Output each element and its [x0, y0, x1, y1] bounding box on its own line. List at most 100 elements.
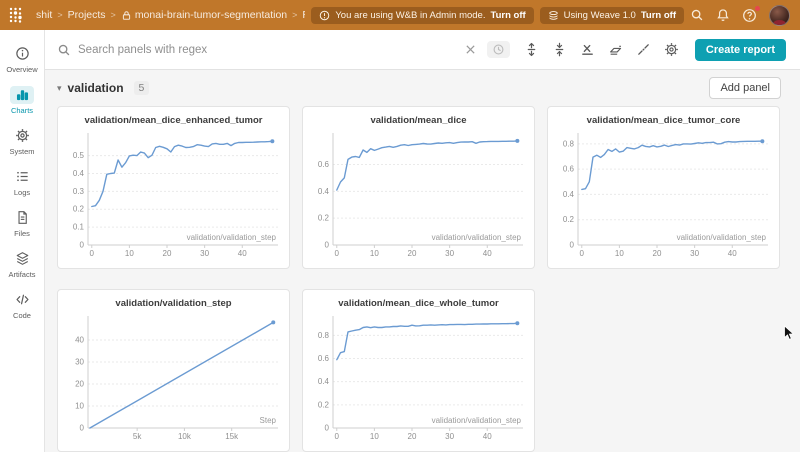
series-line: [337, 141, 518, 190]
svg-text:0: 0: [580, 249, 585, 258]
svg-text:0: 0: [325, 241, 330, 250]
add-panel-button[interactable]: Add panel: [709, 77, 781, 99]
line-chart[interactable]: 00.20.40.60.8010203040validation/validat…: [303, 312, 532, 448]
search-icon: [57, 43, 71, 57]
create-report-button[interactable]: Create report: [695, 39, 786, 61]
svg-text:40: 40: [75, 336, 84, 345]
svg-text:0.8: 0.8: [318, 331, 330, 340]
svg-text:0.3: 0.3: [73, 187, 85, 196]
outlier-sampling-icon[interactable]: [636, 42, 651, 57]
sidebar-item-overview[interactable]: Overview: [1, 40, 43, 78]
svg-text:0.1: 0.1: [73, 223, 85, 232]
chart-panel[interactable]: validation/mean_dice_whole_tumor00.20.40…: [302, 289, 535, 452]
svg-text:20: 20: [163, 249, 172, 258]
svg-text:0.4: 0.4: [563, 190, 575, 199]
chart-title: validation/mean_dice_tumor_core: [548, 113, 779, 129]
chart-panel[interactable]: validation/validation_step0102030405k10k…: [57, 289, 290, 452]
chart-xaxis-label: Step: [260, 416, 277, 425]
layers-stack-icon: [548, 10, 559, 21]
panel-row-2: validation/validation_step0102030405k10k…: [57, 289, 781, 452]
line-chart[interactable]: 0102030405k10k15kStep: [58, 312, 287, 448]
chart-xaxis-label: validation/validation_step: [187, 233, 277, 242]
notifications-bell-icon[interactable]: [716, 8, 730, 22]
svg-text:0.4: 0.4: [73, 169, 85, 178]
line-chart[interactable]: 00.20.40.6010203040validation/validation…: [303, 129, 532, 265]
workspace-content: ▾ validation 5 Add panel validation/mean…: [45, 70, 800, 452]
breadcrumb-runs[interactable]: Runs: [302, 9, 305, 21]
document-icon: [10, 209, 34, 227]
admin-mode-banner: You are using W&B in Admin mode. Turn of…: [311, 7, 533, 24]
search-panels-input[interactable]: [78, 44, 454, 56]
panels-toolbar: Create report: [45, 30, 800, 70]
breadcrumb-project[interactable]: monai-brain-tumor-segmentation: [135, 9, 287, 21]
svg-text:10: 10: [370, 249, 379, 258]
svg-text:40: 40: [483, 249, 492, 258]
svg-text:15k: 15k: [225, 432, 239, 441]
sidebar-item-artifacts[interactable]: Artifacts: [1, 245, 43, 283]
svg-text:30: 30: [445, 432, 454, 441]
help-icon[interactable]: [742, 8, 757, 23]
svg-text:0.2: 0.2: [563, 215, 575, 224]
svg-text:20: 20: [408, 249, 417, 258]
expand-panels-icon[interactable]: [524, 42, 539, 57]
clear-icon[interactable]: [464, 43, 477, 56]
panel-row-1: validation/mean_dice_enhanced_tumor00.10…: [57, 106, 781, 269]
svg-text:0.2: 0.2: [318, 400, 330, 409]
settings-gear-icon[interactable]: [664, 42, 679, 57]
svg-text:0: 0: [80, 424, 85, 433]
svg-text:0: 0: [570, 241, 575, 250]
run-sidebar-nav: Overview Charts System Logs Files: [0, 30, 45, 452]
svg-text:20: 20: [408, 432, 417, 441]
chart-panel[interactable]: validation/mean_dice_tumor_core 0 0.2 0.4 0.…: [547, 106, 780, 269]
wandb-logo-icon[interactable]: [8, 6, 26, 24]
sidebar-item-charts[interactable]: Charts: [1, 81, 43, 119]
line-chart[interactable]: 00.20.40.60.8010203040validation/validat…: [548, 129, 777, 265]
chevron-down-icon[interactable]: ▾: [57, 83, 62, 94]
svg-text:0.4: 0.4: [318, 377, 330, 386]
svg-text:0: 0: [90, 249, 95, 258]
series-line: [337, 323, 518, 360]
breadcrumb-projects[interactable]: Projects: [68, 9, 106, 21]
svg-text:0: 0: [335, 249, 340, 258]
svg-text:40: 40: [728, 249, 737, 258]
admin-turn-off-button[interactable]: Turn off: [490, 10, 525, 21]
layers-icon: [10, 250, 34, 268]
chart-xaxis-label: validation/validation_step: [432, 416, 522, 425]
svg-text:10: 10: [370, 432, 379, 441]
svg-text:0: 0: [325, 424, 330, 433]
svg-text:40: 40: [483, 432, 492, 441]
chart-panel[interactable]: validation/mean_dice00.20.40.6010203040v…: [302, 106, 535, 269]
svg-text:10: 10: [125, 249, 134, 258]
svg-text:20: 20: [653, 249, 662, 258]
chart-title: validation/mean_dice: [303, 113, 534, 129]
bar-chart-icon: [10, 86, 34, 104]
gear-icon: [10, 127, 34, 145]
history-icon[interactable]: [487, 41, 510, 58]
sidebar-item-logs[interactable]: Logs: [1, 163, 43, 201]
section-title[interactable]: validation: [68, 81, 124, 95]
collapse-panels-icon[interactable]: [552, 42, 567, 57]
info-icon: [10, 45, 34, 63]
top-navigation-bar: shit > Projects > monai-brain-tumor-segm…: [0, 0, 800, 30]
breadcrumb-user[interactable]: shit: [36, 9, 52, 21]
weave-turn-off-button[interactable]: Turn off: [641, 10, 676, 21]
chart-panel[interactable]: validation/mean_dice_enhanced_tumor00.10…: [57, 106, 290, 269]
sidebar-item-code[interactable]: Code: [1, 286, 43, 324]
sidebar-item-files[interactable]: Files: [1, 204, 43, 242]
lock-icon: [121, 10, 132, 21]
svg-text:0.6: 0.6: [318, 160, 330, 169]
validation-section-header: ▾ validation 5 Add panel: [57, 75, 781, 101]
user-avatar[interactable]: [769, 5, 790, 26]
line-chart[interactable]: 00.10.20.30.40.5010203040validation/vali…: [58, 129, 287, 265]
panel-layout-icon[interactable]: [608, 42, 623, 57]
svg-text:0: 0: [335, 432, 340, 441]
svg-text:30: 30: [200, 249, 209, 258]
x-axis-icon[interactable]: [580, 42, 595, 57]
section-panel-count: 5: [134, 81, 150, 95]
chart-xaxis-label: validation/validation_step: [677, 233, 767, 242]
global-search-icon[interactable]: [690, 8, 704, 22]
svg-text:10: 10: [615, 249, 624, 258]
sidebar-item-system[interactable]: System: [1, 122, 43, 160]
weave-banner: Using Weave 1.0 Turn off: [540, 7, 684, 24]
svg-text:0.8: 0.8: [563, 139, 575, 148]
